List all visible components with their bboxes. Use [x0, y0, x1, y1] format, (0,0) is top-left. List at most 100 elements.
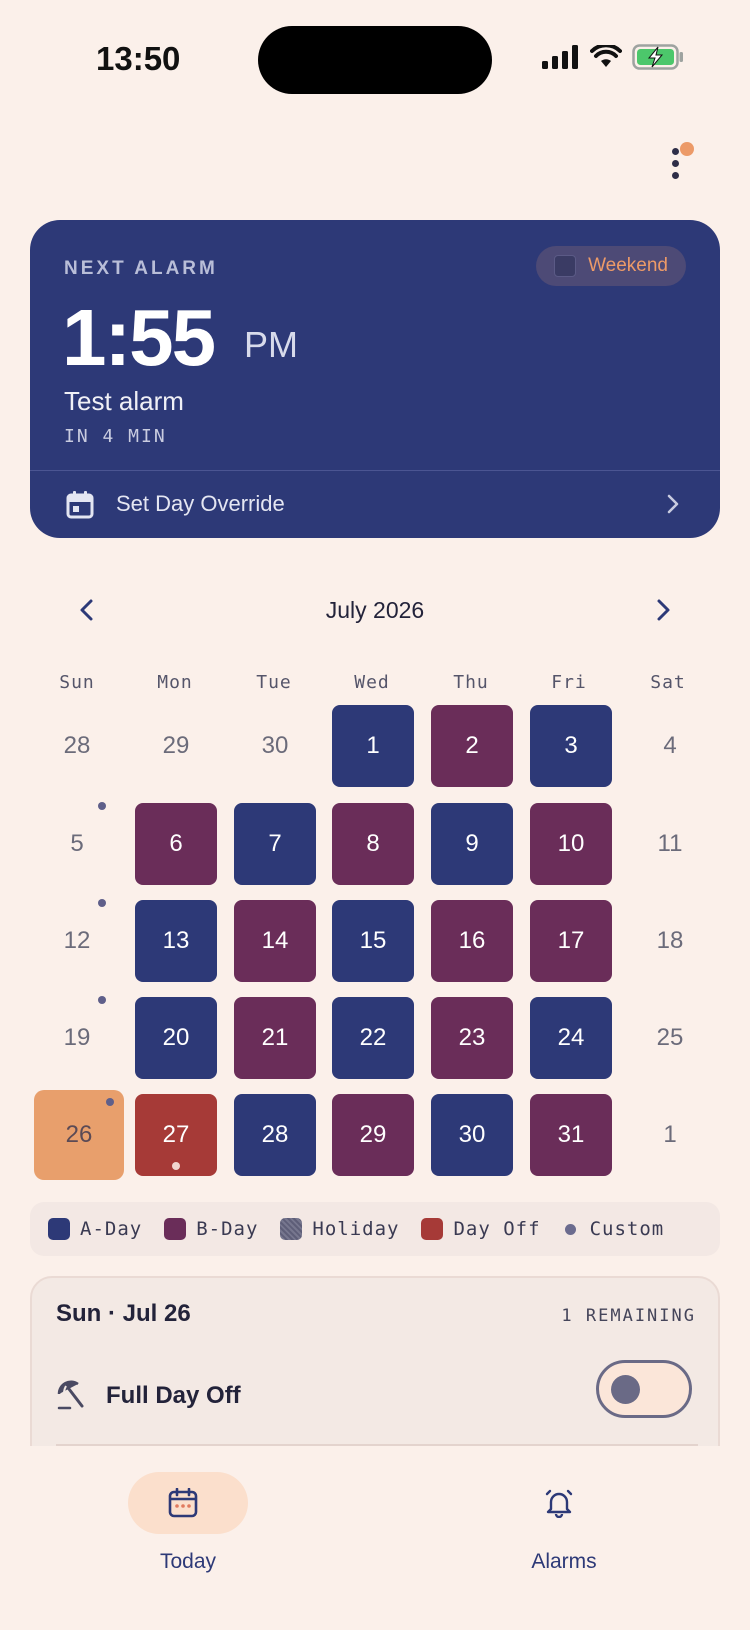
calendar-day-cell[interactable]: 17	[530, 900, 612, 982]
indicator-dot-icon	[172, 1162, 180, 1170]
calendar-day-cell[interactable]: 27	[135, 1094, 217, 1176]
calendar-day-cell[interactable]: 21	[234, 997, 316, 1079]
alarm-ampm: PM	[244, 324, 298, 365]
calendar-day-number: 23	[458, 1024, 486, 1051]
schedule-badge-label: Weekend	[588, 255, 668, 276]
calendar-day-number: 28	[261, 1121, 289, 1148]
calendar-day-cell[interactable]: 14	[234, 900, 316, 982]
calendar-day-cell[interactable]: 29	[332, 1094, 414, 1176]
overflow-menu-button[interactable]	[664, 140, 704, 188]
custom-dot-icon	[98, 802, 106, 810]
legend-item-custom: Custom	[563, 1218, 665, 1240]
menu-dot-icon	[672, 148, 679, 155]
calendar-day-number: 29	[359, 1121, 387, 1148]
calendar-day-cell[interactable]: 11	[629, 803, 711, 885]
full-day-off-row: Full Day Off	[32, 1358, 718, 1436]
alarm-time: 1:55	[62, 293, 216, 382]
status-bar: 13:50	[0, 0, 750, 120]
next-month-button[interactable]	[646, 593, 680, 627]
calendar-day-number: 3	[564, 732, 578, 759]
next-alarm-label: NEXT ALARM	[64, 258, 218, 279]
calendar-day-cell[interactable]: 16	[431, 900, 513, 982]
calendar-day-cell[interactable]: 30	[431, 1094, 513, 1176]
weekend-swatch-icon	[554, 255, 577, 277]
month-title: July 2026	[325, 597, 425, 623]
calendar-day-number: 13	[162, 927, 190, 954]
b-day-swatch-icon	[164, 1218, 187, 1240]
menu-dot-icon	[672, 160, 679, 167]
menu-dot-icon	[672, 172, 679, 179]
calendar-day-cell[interactable]: 23	[431, 997, 513, 1079]
calendar-day-number: 27	[162, 1121, 190, 1148]
calendar-day-cell[interactable]: 8	[332, 803, 414, 885]
day-off-swatch-icon	[421, 1218, 444, 1240]
calendar-day-number: 11	[657, 830, 683, 857]
notification-badge	[680, 142, 694, 156]
legend: A-Day B-Day Holiday Day Off Custom	[30, 1202, 720, 1256]
calendar-day-number: 7	[268, 830, 282, 857]
calendar-day-cell[interactable]: 25	[629, 997, 711, 1079]
calendar-day-cell[interactable]: 29	[135, 705, 217, 787]
calendar-day-cell[interactable]: 7	[234, 803, 316, 885]
calendar-day-number: 28	[63, 732, 91, 759]
weekday-label: Mon	[157, 672, 193, 693]
calendar-day-cell[interactable]: 6	[135, 803, 217, 885]
month-navigation: July 2026	[30, 585, 720, 635]
schedule-badge: Weekend	[536, 246, 686, 286]
calendar-day-cell[interactable]: 4	[629, 705, 711, 787]
tab-today-label: Today	[159, 1550, 217, 1573]
calendar-day-number: 22	[359, 1024, 387, 1051]
calendar-day-cell[interactable]: 10	[530, 803, 612, 885]
calendar-day-cell[interactable]: 9	[431, 803, 513, 885]
calendar-day-cell[interactable]: 28	[234, 1094, 316, 1176]
calendar-day-cell[interactable]: 1	[332, 705, 414, 787]
legend-label: A-Day	[80, 1218, 143, 1240]
calendar-day-number: 18	[656, 927, 684, 954]
calendar-day-cell[interactable]: 20	[135, 997, 217, 1079]
calendar-day-number: 9	[465, 830, 479, 857]
calendar-day-number: 10	[557, 830, 585, 857]
calendar-day-cell[interactable]: 26	[34, 1090, 124, 1180]
calendar-day-number: 17	[557, 927, 585, 954]
calendar-day-cell[interactable]: 15	[332, 900, 414, 982]
calendar-day-number: 4	[663, 732, 677, 759]
weekday-label: Wed	[354, 672, 390, 693]
calendar-day-cell[interactable]: 3	[530, 705, 612, 787]
calendar-day-cell[interactable]: 1	[629, 1094, 711, 1176]
custom-dot-icon	[106, 1098, 114, 1106]
calendar-day-number: 1	[663, 1121, 677, 1148]
calendar-day-cell[interactable]: 19	[36, 996, 118, 1079]
battery-charging-icon	[632, 44, 684, 75]
calendar-day-cell[interactable]: 31	[530, 1094, 612, 1176]
set-day-override-button[interactable]: Set Day Override	[30, 471, 720, 538]
calendar-day-number: 8	[366, 830, 380, 857]
calendar-day-number: 29	[162, 732, 190, 759]
next-alarm-card[interactable]: NEXT ALARM Weekend 1:55 PM Test alarm IN…	[30, 220, 720, 538]
status-icons	[542, 43, 684, 75]
tab-alarms[interactable]: Alarms	[482, 1460, 642, 1580]
calendar-day-number: 30	[458, 1121, 486, 1148]
calendar-day-number: 19	[63, 1024, 91, 1051]
calendar-day-cell[interactable]: 28	[36, 705, 118, 787]
calendar-day-cell[interactable]: 18	[629, 900, 711, 982]
full-day-off-toggle[interactable]	[596, 1360, 692, 1418]
remaining-count: 1 REMAINING	[561, 1306, 696, 1326]
calendar-day-cell[interactable]: 2	[431, 705, 513, 787]
calendar-day-number: 20	[162, 1024, 190, 1051]
calendar-day-cell[interactable]: 30	[234, 705, 316, 787]
a-day-swatch-icon	[48, 1218, 70, 1240]
calendar-today-icon	[168, 1487, 198, 1523]
custom-dot-icon	[564, 1223, 576, 1235]
calendar-day-number: 14	[261, 927, 289, 954]
set-day-override-label: Set Day Override	[116, 491, 285, 516]
calendar-day-cell[interactable]: 12	[36, 899, 118, 982]
tab-today[interactable]: Today	[106, 1460, 266, 1580]
calendar-day-cell[interactable]: 24	[530, 997, 612, 1079]
custom-dot-icon	[98, 899, 106, 907]
calendar-day-number: 6	[169, 830, 183, 857]
selected-day-title: Sun · Jul 26	[56, 1300, 191, 1327]
calendar-day-cell[interactable]: 5	[36, 802, 118, 885]
calendar-day-cell[interactable]: 22	[332, 997, 414, 1079]
calendar-day-cell[interactable]: 13	[135, 900, 217, 982]
tab-alarms-label: Alarms	[531, 1550, 597, 1573]
